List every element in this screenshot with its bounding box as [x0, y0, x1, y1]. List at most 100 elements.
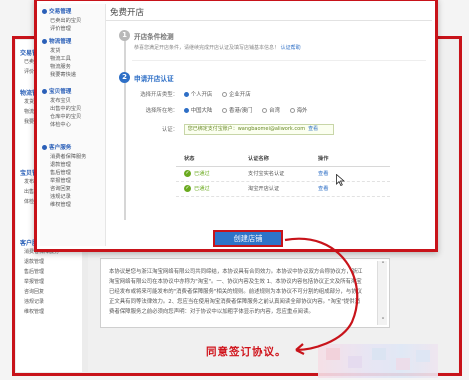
step-1-desc-text: 恭喜您满足开店条件，请继续完成开店认证及填写店铺基本信息！: [134, 45, 280, 51]
step-rail: [124, 34, 126, 220]
nav-item[interactable]: 物流服务: [42, 63, 106, 71]
status-text: 已通过: [194, 171, 210, 177]
create-shop-button[interactable]: 创建店铺: [213, 230, 283, 247]
nav-item[interactable]: 维权管理: [42, 201, 106, 209]
nav-item[interactable]: 消费者保障服务: [42, 153, 106, 161]
nav-item[interactable]: 出售中的宝贝: [42, 105, 106, 113]
bullet-icon: [42, 9, 47, 14]
step-divider: [132, 60, 426, 61]
auth-status-table: 状态 认证名称 操作 ✓ 已通过 支付宝实名认证 查看 ✓ 已通过 淘宝开店认证 查…: [176, 152, 390, 197]
nav-item[interactable]: 违规记录: [42, 193, 106, 201]
region-row: 选择所在地： 中国大陆 香港/澳门 台湾 海外: [132, 106, 315, 116]
agreement-panel: 本协议是您与浙江淘宝网络有限公司共同缔结，本协议具有合同效力。本协议中协议双方合…: [100, 258, 390, 328]
auth-name: 淘宝开店认证: [248, 186, 280, 192]
nav-group-label: 交易管理: [49, 9, 72, 15]
nav-item[interactable]: 退款管理: [42, 161, 106, 169]
cert-label: 认证：: [161, 127, 178, 133]
radio-overseas[interactable]: [289, 108, 295, 113]
agreement-text: 本协议是您与浙江淘宝网络有限公司共同缔结，本协议具有合同效力。本协议中协议双方合…: [109, 269, 363, 315]
auth-name: 支付宝实名认证: [248, 171, 285, 177]
alipay-binding-text: 您已绑定支付宝账户：wangbaomei@aliwork.com: [187, 126, 306, 132]
title-divider: [106, 20, 432, 21]
nav-group-goods: 宝贝管理 发布宝贝 出售中的宝贝 仓库中的宝贝 体检中心: [42, 88, 106, 129]
status-cell: ✓ 已通过: [184, 167, 210, 182]
step-1-badge: 1: [119, 30, 130, 41]
bg-sidebar-item[interactable]: 售后管理: [16, 268, 82, 278]
radio-label[interactable]: 海外: [297, 108, 308, 114]
region-label: 选择所在地：: [145, 108, 178, 114]
radio-label[interactable]: 企业开店: [229, 92, 251, 98]
shop-type-row: 选择开店类型： 个人开店 企业开店: [132, 90, 259, 100]
table-header: 状态 认证名称 操作: [176, 152, 390, 167]
radio-mainland[interactable]: [183, 108, 189, 113]
nav-group-label: 物流管理: [49, 39, 72, 45]
blur-cell: [372, 348, 386, 360]
header-name: 认证名称: [248, 156, 269, 162]
nav-group-logistics: 物流管理 发货 物流工具 物流服务 我要寄快递: [42, 38, 106, 79]
scroll-down-icon[interactable]: ˅: [379, 317, 387, 325]
shop-type-label: 选择开店类型：: [140, 92, 178, 98]
table-row: ✓ 已通过 淘宝开店认证 查看: [176, 182, 390, 197]
radio-label[interactable]: 台湾: [269, 108, 280, 114]
radio-enterprise[interactable]: [222, 92, 228, 97]
nav-item[interactable]: 已卖出的宝贝: [42, 17, 106, 25]
view-binding-link[interactable]: 查看: [308, 126, 318, 132]
table-row: ✓ 已通过 支付宝实名认证 查看: [176, 167, 390, 182]
bg-sidebar-item[interactable]: 举报管理: [16, 278, 82, 288]
nav-group-title[interactable]: 交易管理: [42, 8, 106, 17]
mouse-cursor-icon: [336, 174, 345, 186]
check-icon: ✓: [184, 185, 191, 192]
alipay-binding-field: 您已绑定支付宝账户：wangbaomei@aliwork.com 查看: [183, 124, 334, 135]
watermark-blur: [318, 344, 438, 378]
radio-label[interactable]: 中国大陆: [191, 108, 213, 114]
bullet-icon: [42, 145, 47, 150]
bg-sidebar-item[interactable]: 违规记录: [16, 298, 82, 308]
view-link[interactable]: 查看: [318, 182, 328, 197]
scroll-up-icon[interactable]: ˄: [379, 261, 387, 269]
radio-label[interactable]: 香港/澳门: [229, 108, 252, 114]
step-1-title: 开店条件检测: [134, 33, 174, 41]
radio-hk-macao[interactable]: [222, 108, 228, 113]
nav-item[interactable]: 体检中心: [42, 121, 106, 129]
check-icon: ✓: [184, 170, 191, 177]
dialog-sidebar-nav: 交易管理 已卖出的宝贝 评价管理 物流管理 发货 物流工具 物流服务 我要寄快递…: [40, 4, 106, 246]
cert-row: 认证： 您已绑定支付宝账户：wangbaomei@aliwork.com 查看: [132, 124, 334, 135]
status-cell: ✓ 已通过: [184, 182, 210, 197]
nav-item[interactable]: 发布宝贝: [42, 97, 106, 105]
agreement-caption: 同意签订协议。: [206, 346, 287, 358]
nav-item[interactable]: 咨询回复: [42, 185, 106, 193]
bg-sidebar-item[interactable]: 退款管理: [16, 258, 82, 268]
nav-item[interactable]: 评价管理: [42, 25, 106, 33]
step-1-description: 恭喜您满足开店条件，请继续完成开店认证及填写店铺基本信息！ 认证帮助: [134, 44, 301, 51]
radio-label[interactable]: 个人开店: [191, 92, 213, 98]
nav-group-title[interactable]: 客户服务: [42, 144, 106, 153]
nav-item[interactable]: 售后管理: [42, 169, 106, 177]
dialog-title: 免费开店: [110, 8, 145, 18]
blur-cell: [348, 356, 362, 368]
nav-group-trade: 交易管理 已卖出的宝贝 评价管理: [42, 8, 106, 33]
nav-item[interactable]: 举报管理: [42, 177, 106, 185]
bullet-icon: [42, 39, 47, 44]
status-text: 已通过: [194, 186, 210, 192]
header-status: 状态: [184, 156, 195, 162]
view-link[interactable]: 查看: [318, 167, 328, 182]
blur-cell: [416, 350, 430, 362]
nav-group-title[interactable]: 宝贝管理: [42, 88, 106, 97]
nav-item[interactable]: 发货: [42, 47, 106, 55]
bullet-icon: [42, 89, 47, 94]
auth-help-link[interactable]: 认证帮助: [281, 45, 301, 51]
bg-sidebar-item[interactable]: 维权管理: [16, 308, 82, 318]
blur-cell: [396, 358, 410, 370]
nav-item[interactable]: 我要寄快递: [42, 71, 106, 79]
nav-group-service: 客户服务 消费者保障服务 退款管理 售后管理 举报管理 咨询回复 违规记录 维权…: [42, 144, 106, 209]
agreement-scrollbar[interactable]: ˄ ˅: [377, 261, 387, 325]
nav-item[interactable]: 物流工具: [42, 55, 106, 63]
nav-group-label: 客户服务: [49, 145, 72, 151]
nav-group-title[interactable]: 物流管理: [42, 38, 106, 47]
radio-personal[interactable]: [183, 92, 189, 97]
step-2-title: 申请开店认证: [134, 75, 174, 83]
nav-item[interactable]: 仓库中的宝贝: [42, 113, 106, 121]
bg-sidebar-item[interactable]: 咨询回复: [16, 288, 82, 298]
radio-taiwan[interactable]: [262, 108, 268, 113]
step-2-badge: 2: [119, 72, 130, 83]
